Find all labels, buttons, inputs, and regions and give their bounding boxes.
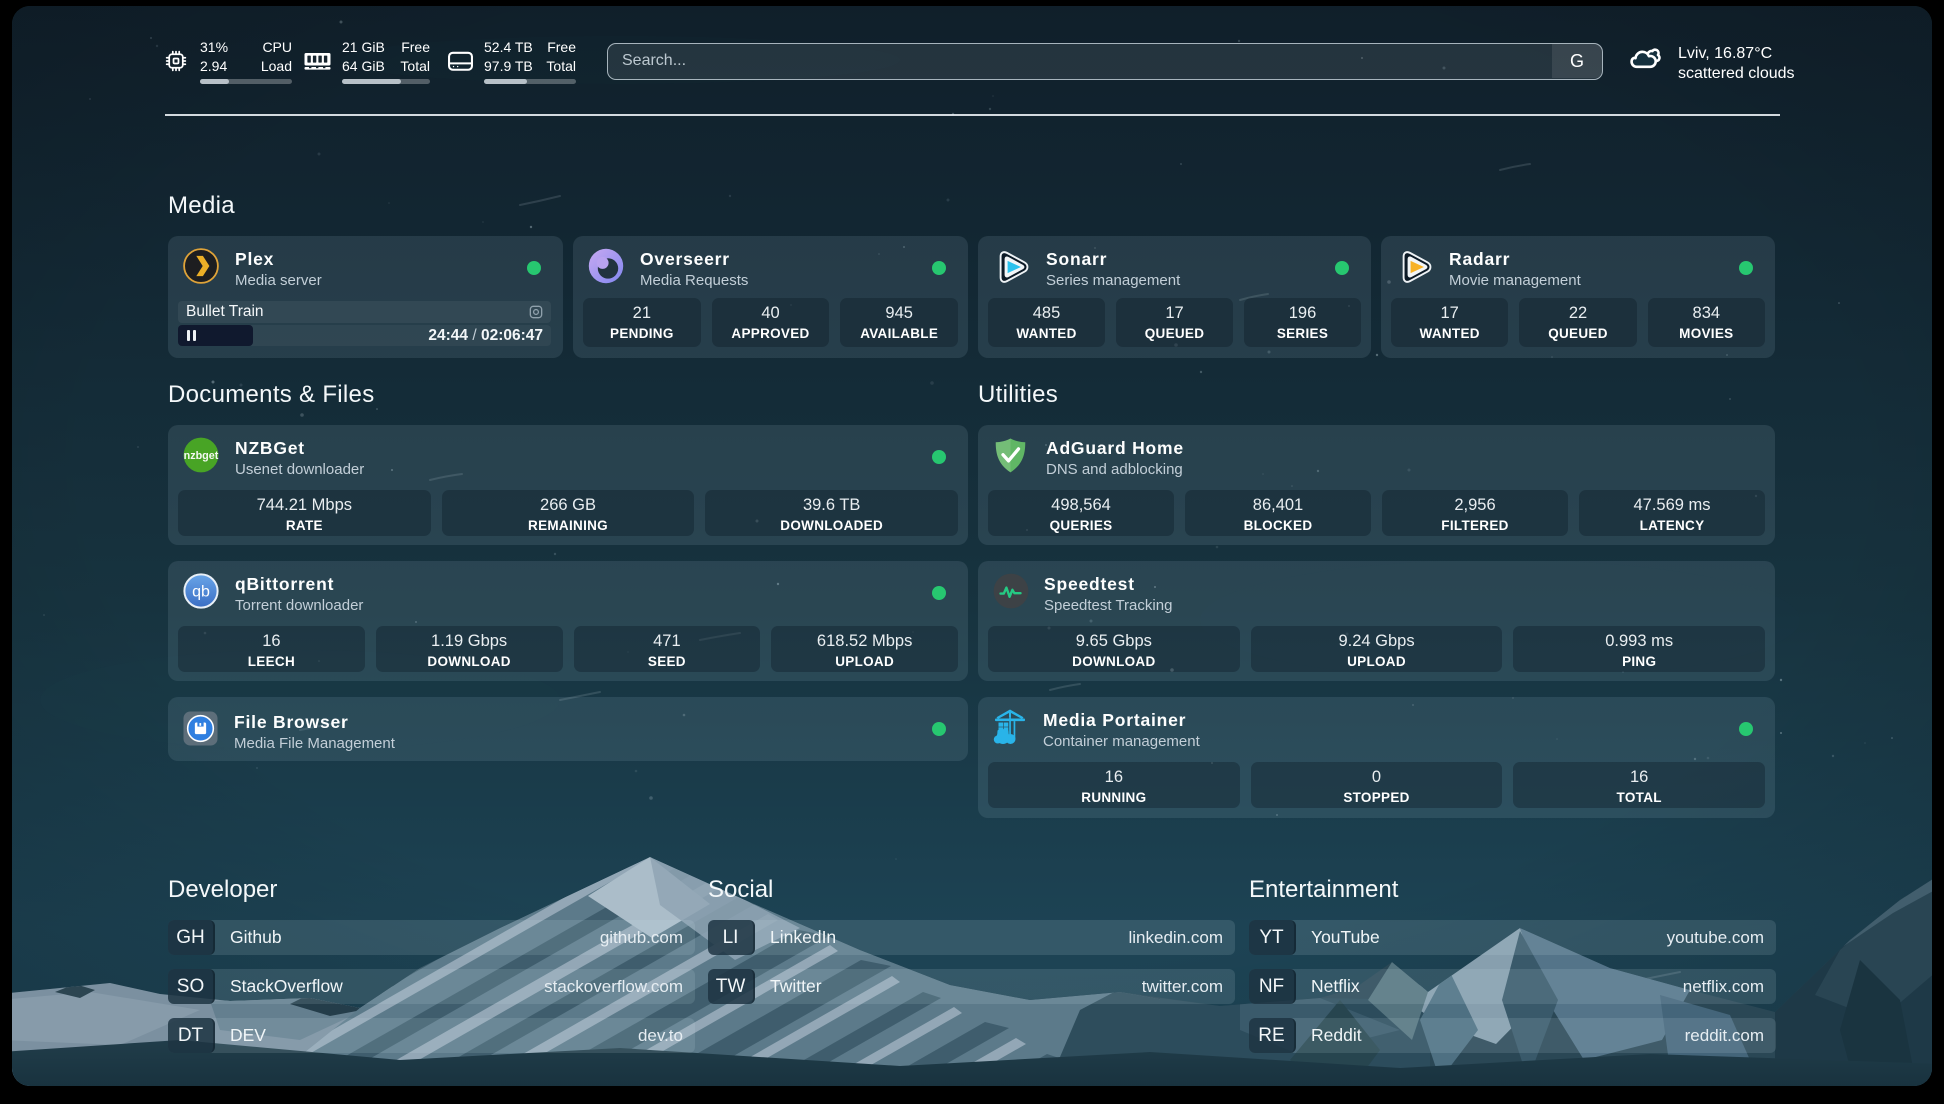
svg-text:nzbget: nzbget (184, 450, 219, 462)
svg-text:qb: qb (192, 583, 210, 600)
